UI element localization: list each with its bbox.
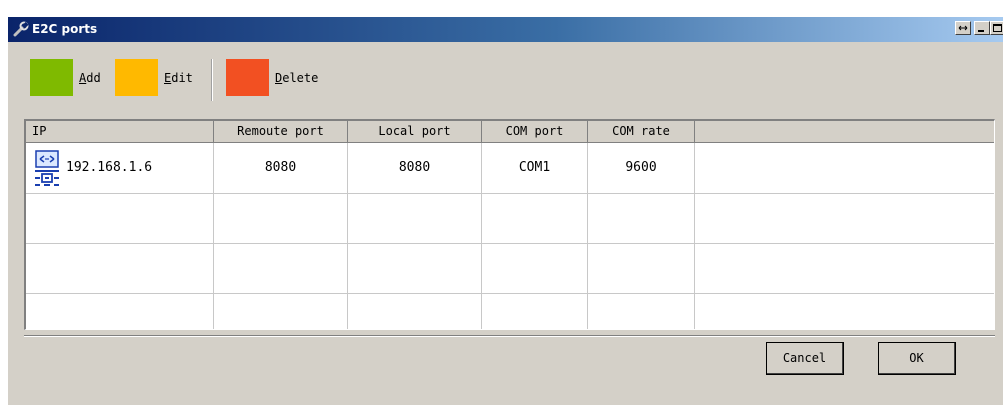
title-bar[interactable]: E2C ports <box>8 17 1003 42</box>
column-header-com-rate[interactable]: COM rate <box>588 121 695 143</box>
footer-separator <box>24 335 995 337</box>
window-title: E2C ports <box>32 22 98 36</box>
add-button[interactable]: Add <box>30 59 110 96</box>
network-device-icon <box>35 150 61 188</box>
delete-button[interactable]: Delete <box>226 59 336 96</box>
minimize-icon[interactable] <box>974 21 990 35</box>
cell-ip: 192.168.1.6 <box>66 160 153 175</box>
column-header-ip[interactable]: IP <box>26 121 214 143</box>
column-header-com-port[interactable]: COM port <box>482 121 588 143</box>
edit-swatch <box>115 59 158 96</box>
cell-com-port: COM1 <box>518 160 551 175</box>
resize-icon[interactable] <box>955 21 971 35</box>
grid-line <box>26 193 994 194</box>
edit-label: Edit <box>164 71 193 85</box>
maximize-icon[interactable] <box>990 21 1003 35</box>
column-header-remote-port[interactable]: Remoute port <box>214 121 348 143</box>
cell-remote-port: 8080 <box>264 160 297 175</box>
edit-button[interactable]: Edit <box>115 59 205 96</box>
grid-line <box>26 293 994 294</box>
ok-button[interactable]: OK <box>878 342 956 375</box>
e2c-ports-window: E2C ports Add Edit Delete IP Remoute por… <box>8 17 1003 405</box>
cell-com-rate: 9600 <box>625 160 657 175</box>
column-header-local-port[interactable]: Local port <box>348 121 482 143</box>
add-label: Add <box>79 71 101 85</box>
column-header-filler <box>695 121 994 143</box>
delete-swatch <box>226 59 269 96</box>
ports-table[interactable]: IP Remoute port Local port COM port COM … <box>24 119 995 330</box>
cancel-button[interactable]: Cancel <box>766 342 844 375</box>
grid-line <box>26 243 994 244</box>
wrench-icon <box>13 21 29 37</box>
toolbar-separator <box>211 59 213 101</box>
grid-line <box>694 143 695 329</box>
cell-local-port: 8080 <box>398 160 431 175</box>
delete-label: Delete <box>275 71 319 85</box>
add-swatch <box>30 59 73 96</box>
